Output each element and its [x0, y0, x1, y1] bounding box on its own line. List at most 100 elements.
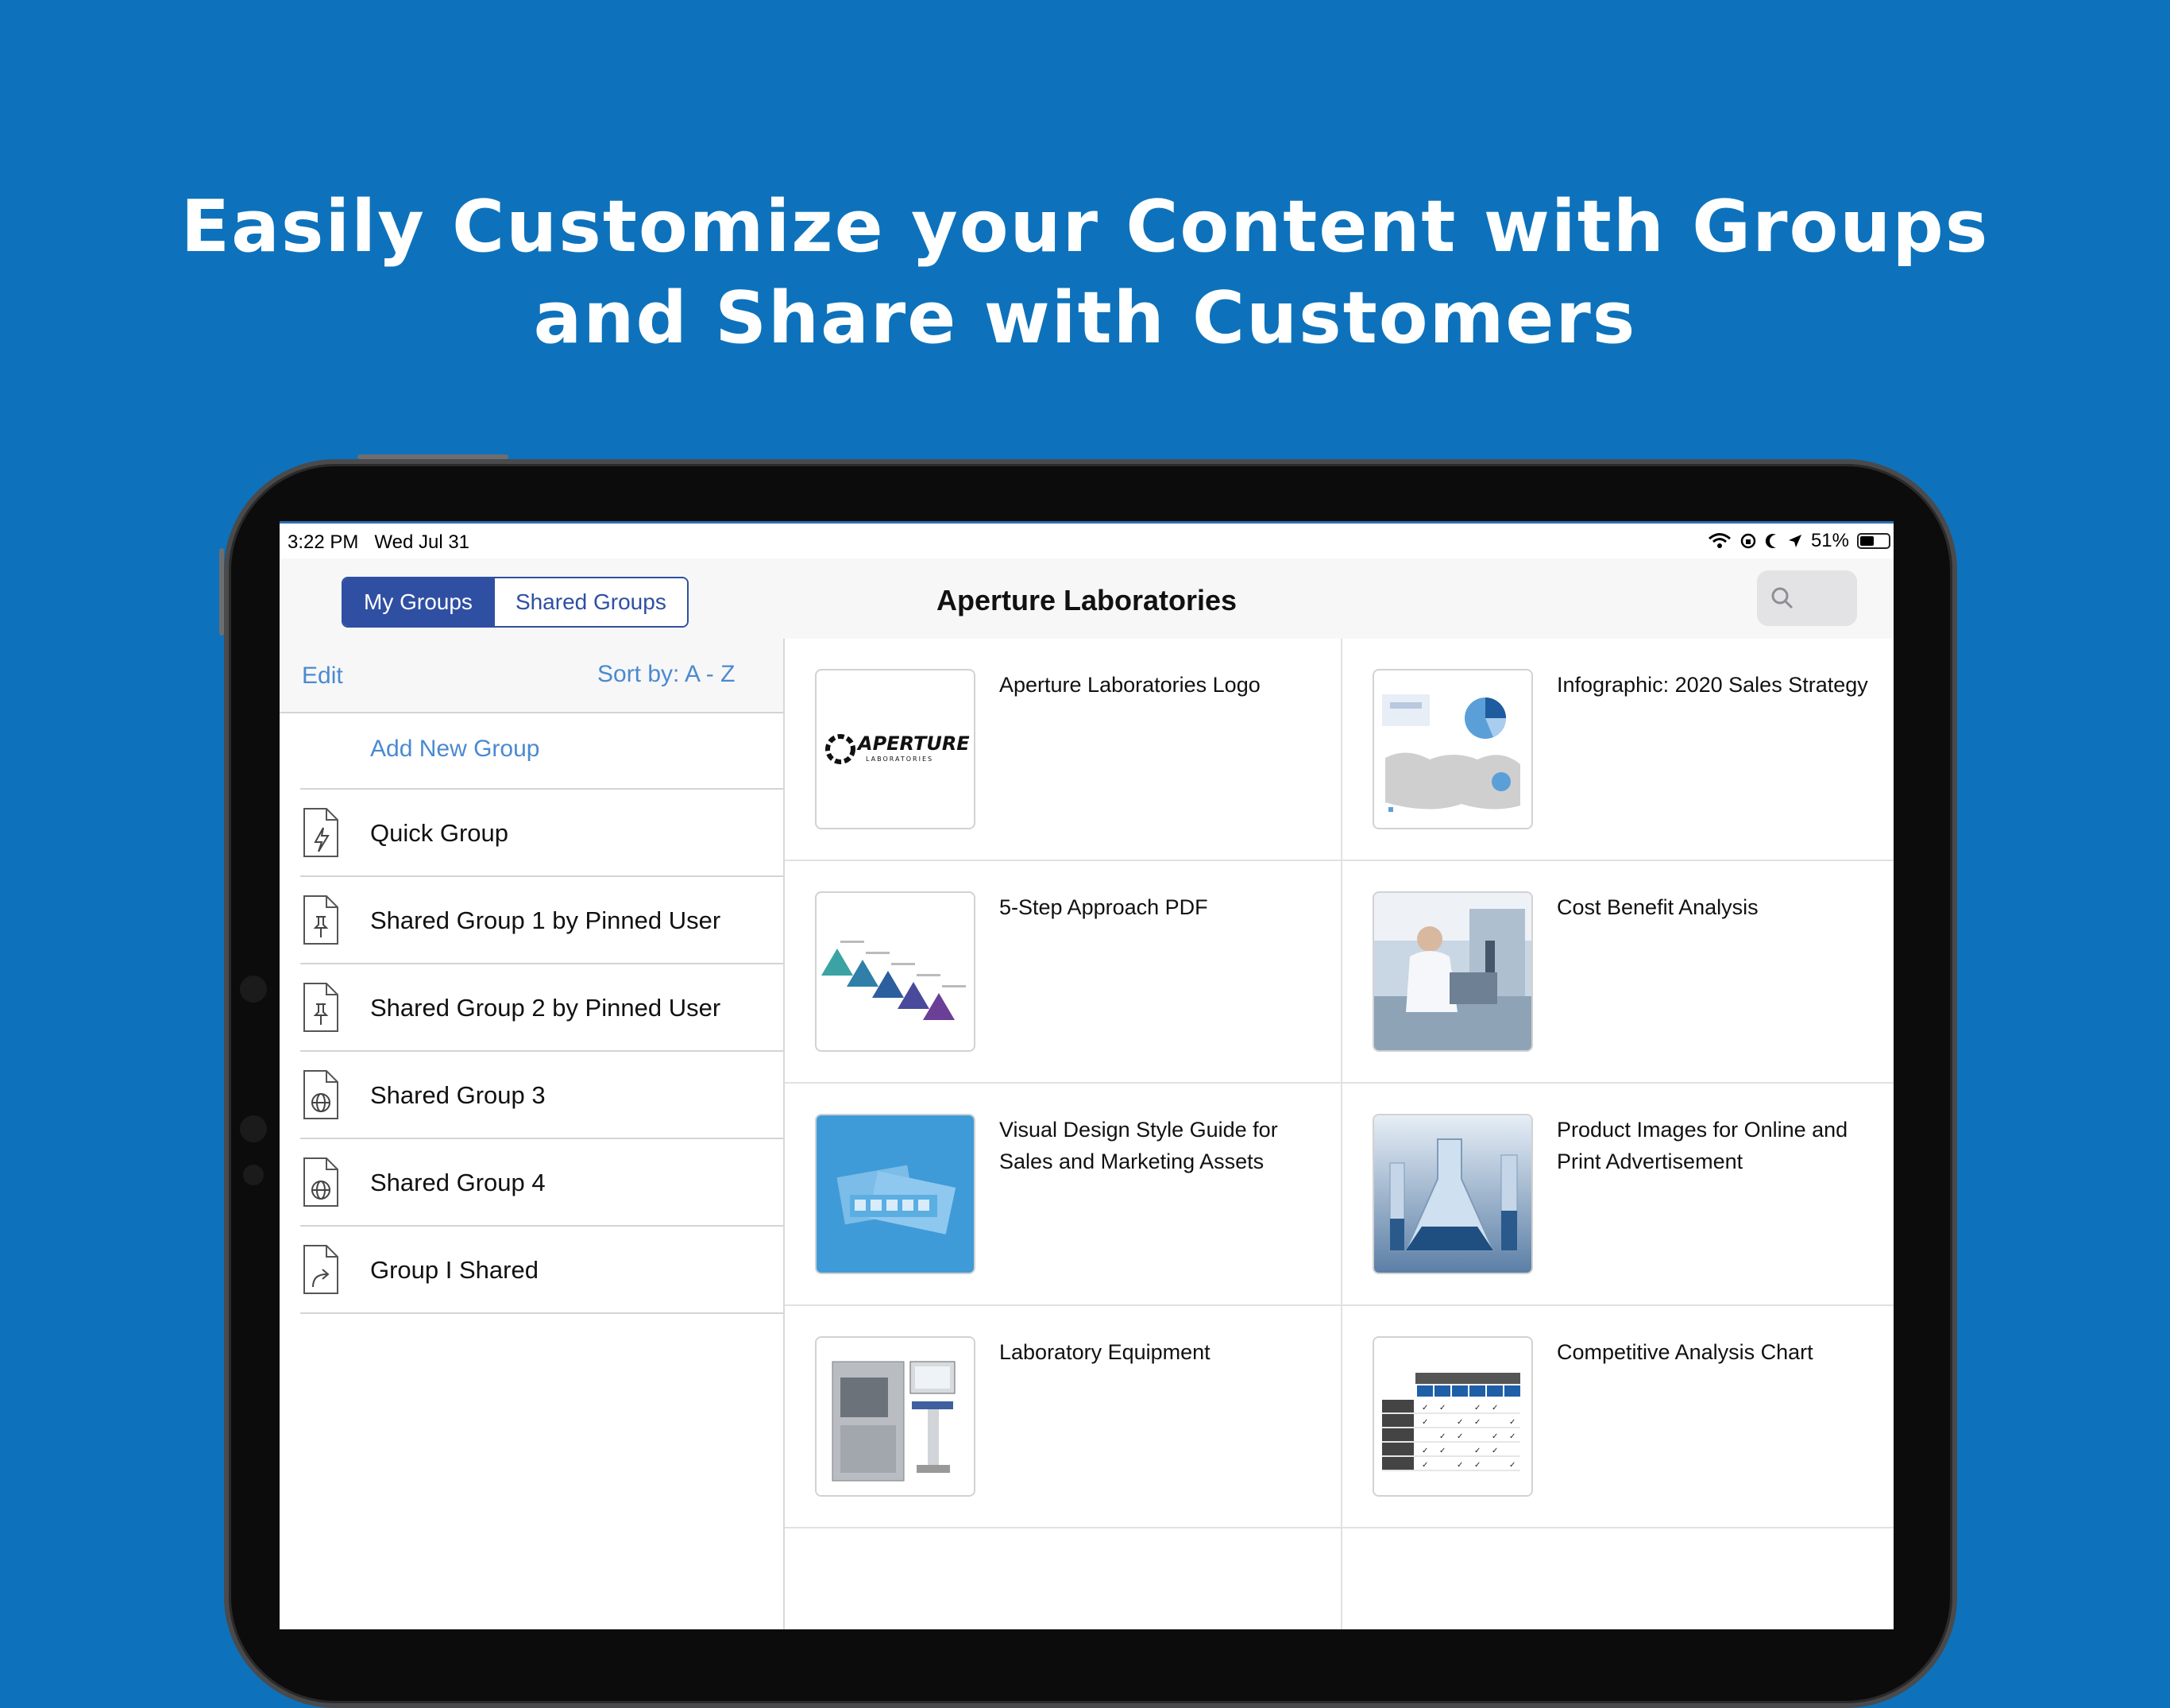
- content-item[interactable]: APERTURE LABORATORIES Aperture Laboratorie…: [785, 639, 1341, 861]
- svg-text:✓: ✓: [1509, 1418, 1516, 1427]
- group-label: Shared Group 3: [370, 1081, 546, 1109]
- divider: [300, 788, 783, 790]
- sort-button[interactable]: Sort by: A - Z: [597, 661, 735, 688]
- group-label: Shared Group 1 by Pinned User: [370, 906, 721, 934]
- add-new-group-button[interactable]: Add New Group: [370, 736, 539, 763]
- divider: [300, 1050, 783, 1052]
- page-title: Aperture Laboratories: [936, 584, 1238, 616]
- thumbnail-aperture-logo: APERTURE LABORATORIES: [815, 669, 975, 829]
- divider: [300, 875, 783, 877]
- globe-doc-icon: [300, 1157, 342, 1208]
- globe-doc-icon: [300, 1069, 342, 1120]
- location-arrow-icon: [1788, 535, 1801, 547]
- content-item[interactable]: Cost Benefit Analysis: [1342, 861, 1894, 1084]
- thumbnail-analysis-chart: ✓ ✓ ✓ ✓ ✓ ✓ ✓ ✓ ✓ ✓ ✓ ✓ ✓ ✓ ✓ ✓ ✓ ✓ ✓ ✓: [1373, 1336, 1533, 1497]
- group-list-item[interactable]: Quick Group: [300, 794, 783, 871]
- svg-text:✓: ✓: [1439, 1432, 1446, 1441]
- device-side-button: [219, 548, 224, 636]
- svg-text:✓: ✓: [1457, 1432, 1463, 1441]
- device-camera: [240, 976, 267, 1003]
- content-item-title: Visual Design Style Guide for Sales and …: [999, 1118, 1278, 1173]
- logo-wordmark: APERTURE: [856, 732, 970, 755]
- wifi-icon: [1708, 533, 1731, 548]
- svg-text:✓: ✓: [1509, 1432, 1516, 1441]
- content-item[interactable]: Infographic: 2020 Sales Strategy: [1342, 639, 1894, 861]
- moon-icon: [1765, 534, 1776, 548]
- group-label: Quick Group: [370, 819, 509, 847]
- device-sensor-2: [243, 1165, 264, 1185]
- content-item-title: Product Images for Online and Print Adve…: [1557, 1118, 1848, 1173]
- svg-text:✓: ✓: [1422, 1418, 1428, 1427]
- status-time: 3:22 PM Wed Jul 31: [288, 531, 469, 554]
- rotation-lock-icon: [1740, 533, 1756, 549]
- nav-bar: My Groups Shared Groups Aperture Laborat…: [280, 558, 1894, 640]
- search-button[interactable]: [1757, 570, 1857, 626]
- svg-text:✓: ✓: [1457, 1418, 1463, 1427]
- content-item[interactable]: Product Images for Online and Print Adve…: [1342, 1084, 1894, 1306]
- svg-text:✓: ✓: [1474, 1404, 1481, 1412]
- svg-text:✓: ✓: [1492, 1432, 1498, 1441]
- status-icons: 51%: [1708, 530, 1890, 552]
- content-item[interactable]: 5-Step Approach PDF: [785, 861, 1341, 1084]
- headline: Easily Customize your Content with Group…: [0, 181, 2170, 364]
- svg-text:✓: ✓: [1492, 1447, 1498, 1455]
- svg-text:✓: ✓: [1439, 1447, 1446, 1455]
- status-bar: 3:22 PM Wed Jul 31 51%: [280, 524, 1894, 558]
- content-item[interactable]: Visual Design Style Guide for Sales and …: [785, 1084, 1341, 1306]
- content-item-title: Laboratory Equipment: [999, 1340, 1210, 1364]
- group-list-item[interactable]: Shared Group 4: [300, 1144, 783, 1220]
- svg-text:✓: ✓: [1509, 1461, 1516, 1470]
- thumbnail-lab-glassware-photo: [1373, 1114, 1533, 1274]
- content-item[interactable]: ✓ ✓ ✓ ✓ ✓ ✓ ✓ ✓ ✓ ✓ ✓ ✓ ✓ ✓ ✓ ✓ ✓ ✓ ✓ ✓ Competitive Analysis…: [1342, 1306, 1894, 1528]
- share-doc-icon: [300, 1244, 342, 1295]
- group-list-item[interactable]: Group I Shared: [300, 1231, 783, 1308]
- thumbnail-infographic: [1373, 669, 1533, 829]
- pin-doc-icon: [300, 895, 342, 945]
- thumbnail-lab-equipment-photo: [815, 1336, 975, 1497]
- svg-text:✓: ✓: [1474, 1447, 1481, 1455]
- svg-text:✓: ✓: [1474, 1418, 1481, 1427]
- thumbnail-style-guide: [815, 1114, 975, 1274]
- thumbnail-lab-scientist-photo: [1373, 891, 1533, 1052]
- headline-line-2: and Share with Customers: [533, 276, 1637, 360]
- lightning-doc-icon: [300, 807, 342, 858]
- sidebar-header: Edit Sort by: A - Z: [280, 639, 783, 713]
- search-icon: [1771, 587, 1794, 609]
- group-label: Shared Group 2 by Pinned User: [370, 994, 721, 1022]
- status-time-value: 3:22 PM: [288, 531, 359, 553]
- divider: [300, 1225, 783, 1227]
- content-grid: APERTURE LABORATORIES Aperture Laboratorie…: [785, 639, 1894, 1629]
- group-label: Group I Shared: [370, 1256, 539, 1284]
- logo-subtitle: LABORATORIES: [866, 755, 933, 763]
- svg-text:✓: ✓: [1422, 1461, 1428, 1470]
- headline-line-1: Easily Customize your Content with Group…: [180, 185, 1990, 269]
- group-label: Shared Group 4: [370, 1169, 546, 1196]
- sidebar: Edit Sort by: A - Z Add New Group Quick …: [280, 639, 785, 1629]
- content-item-title: Infographic: 2020 Sales Strategy: [1557, 673, 1868, 697]
- svg-text:✓: ✓: [1474, 1461, 1481, 1470]
- battery-icon: [1857, 533, 1890, 549]
- svg-text:✓: ✓: [1439, 1404, 1446, 1412]
- group-list-item[interactable]: Shared Group 1 by Pinned User: [300, 882, 783, 958]
- battery-fill: [1860, 536, 1874, 546]
- edit-button[interactable]: Edit: [302, 663, 343, 690]
- content-item-title: 5-Step Approach PDF: [999, 895, 1208, 919]
- status-date: Wed Jul 31: [374, 531, 470, 553]
- group-list-item[interactable]: Shared Group 2 by Pinned User: [300, 969, 783, 1045]
- thumbnail-five-step: [815, 891, 975, 1052]
- device-sensor: [240, 1115, 267, 1142]
- svg-text:✓: ✓: [1492, 1404, 1498, 1412]
- divider: [300, 1312, 783, 1314]
- pin-doc-icon: [300, 982, 342, 1033]
- svg-text:✓: ✓: [1422, 1404, 1428, 1412]
- group-list-item[interactable]: Shared Group 3: [300, 1057, 783, 1133]
- svg-text:✓: ✓: [1422, 1447, 1428, 1455]
- device-top-button: [357, 454, 508, 459]
- content-item-title: Competitive Analysis Chart: [1557, 1340, 1813, 1364]
- content-item-title: Cost Benefit Analysis: [1557, 895, 1759, 919]
- divider: [300, 963, 783, 964]
- divider: [300, 1138, 783, 1139]
- svg-text:✓: ✓: [1457, 1461, 1463, 1470]
- content-item[interactable]: Laboratory Equipment: [785, 1306, 1341, 1528]
- content-item-title: Aperture Laboratories Logo: [999, 673, 1261, 697]
